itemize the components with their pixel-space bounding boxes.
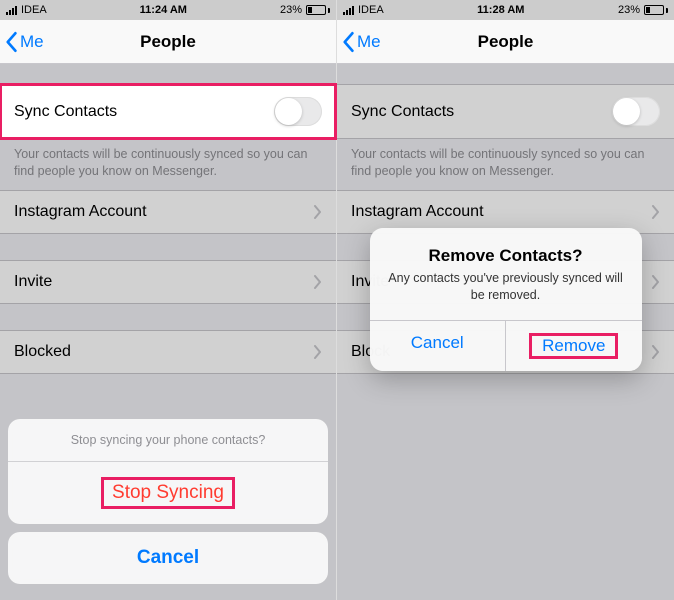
sheet-title: Stop syncing your phone contacts? [8,419,328,462]
alert-title: Remove Contacts? [386,246,626,266]
right-screenshot: IDEA 11:28 AM 23% Me People Sync Contact… [337,0,674,600]
signal-icon [6,5,17,15]
instagram-label: Instagram Account [351,203,484,221]
battery-icon [644,5,668,15]
nav-bar: Me People [337,20,674,64]
left-screenshot: IDEA 11:24 AM 23% Me People Sync Contact… [0,0,337,600]
chevron-right-icon [651,205,660,219]
sync-help-text: Your contacts will be continuously synce… [337,139,674,190]
battery-percent: 23% [618,4,640,16]
signal-icon [343,5,354,15]
page-title: People [140,32,196,52]
sync-toggle[interactable] [612,97,660,126]
blocked-row[interactable]: Blocked [0,330,336,374]
stop-syncing-button[interactable]: Stop Syncing [8,462,328,524]
chevron-right-icon [651,345,660,359]
chevron-right-icon [313,275,322,289]
alert-cancel-button[interactable]: Cancel [370,321,506,371]
blocked-label: Blocked [14,343,71,361]
sync-toggle[interactable] [274,97,322,126]
instagram-row[interactable]: Instagram Account [0,190,336,234]
carrier-label: IDEA [21,4,47,16]
alert-message: Any contacts you've previously synced wi… [386,270,626,304]
alert-remove-button[interactable]: Remove [505,321,642,371]
clock: 11:28 AM [477,4,524,16]
clock: 11:24 AM [140,4,187,16]
instagram-label: Instagram Account [14,203,147,221]
sync-contacts-row[interactable]: Sync Contacts [337,84,674,139]
back-label: Me [20,32,44,52]
chevron-left-icon [341,31,355,53]
back-label: Me [357,32,381,52]
carrier-label: IDEA [358,4,384,16]
back-button[interactable]: Me [341,20,381,63]
battery-percent: 23% [280,4,302,16]
chevron-left-icon [4,31,18,53]
status-bar: IDEA 11:24 AM 23% [0,0,336,20]
chevron-right-icon [313,205,322,219]
sheet-cancel-button[interactable]: Cancel [8,532,328,584]
sync-contacts-row[interactable]: Sync Contacts [0,84,336,139]
stop-syncing-label: Stop Syncing [101,477,235,509]
sync-contacts-label: Sync Contacts [351,103,454,121]
status-bar: IDEA 11:28 AM 23% [337,0,674,20]
alert-remove-label: Remove [529,333,618,359]
back-button[interactable]: Me [4,20,44,63]
page-title: People [478,32,534,52]
chevron-right-icon [313,345,322,359]
remove-contacts-alert: Remove Contacts? Any contacts you've pre… [370,228,642,371]
nav-bar: Me People [0,20,336,64]
sync-help-text: Your contacts will be continuously synce… [0,139,336,190]
battery-icon [306,5,330,15]
invite-row[interactable]: Invite [0,260,336,304]
invite-label: Invite [14,273,52,291]
action-sheet: Stop syncing your phone contacts? Stop S… [8,419,328,592]
chevron-right-icon [651,275,660,289]
sync-contacts-label: Sync Contacts [14,103,117,121]
